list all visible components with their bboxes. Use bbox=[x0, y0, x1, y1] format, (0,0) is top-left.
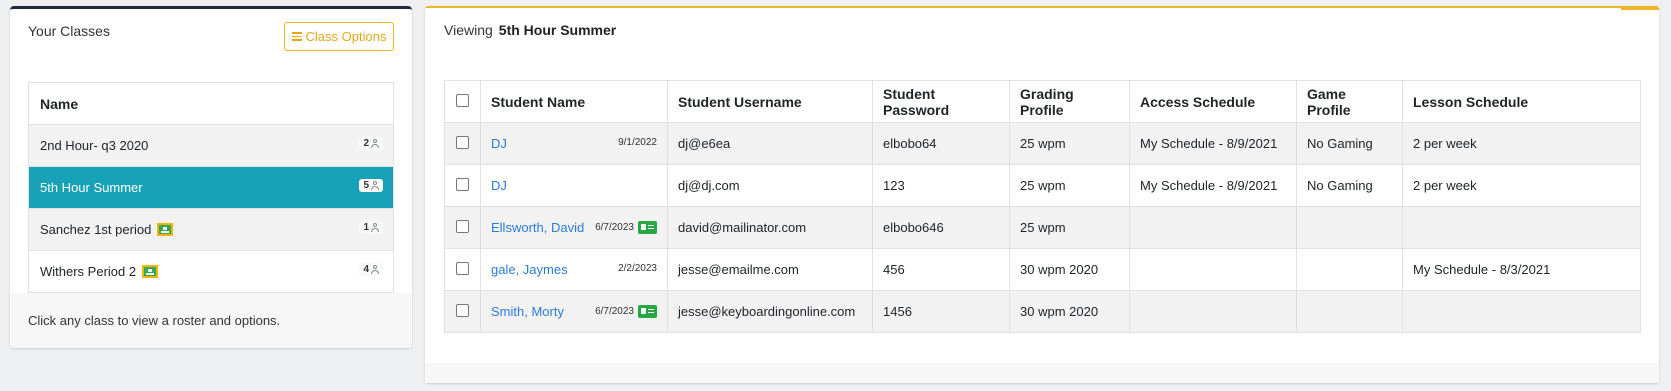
google-classroom-icon bbox=[142, 265, 159, 278]
class-list-header: Name bbox=[29, 83, 393, 125]
lesson-cell: 2 per week bbox=[1402, 122, 1641, 165]
person-icon bbox=[371, 223, 379, 232]
class-item[interactable]: Sanchez 1st period 1 bbox=[29, 209, 393, 251]
table-row: Smith, Morty 6/7/2023 jesse@keyboardingon… bbox=[444, 290, 1641, 333]
class-item[interactable]: Withers Period 2 4 bbox=[29, 251, 393, 292]
col-game-profile[interactable]: Game Profile bbox=[1296, 80, 1403, 123]
viewing-heading: Viewing 5th Hour Summer bbox=[444, 22, 616, 38]
col-student-password[interactable]: Student Password bbox=[872, 80, 1010, 123]
corner-accent bbox=[1621, 8, 1659, 10]
username-cell: jesse@emailme.com bbox=[667, 248, 873, 291]
username-cell: jesse@keyboardingonline.com bbox=[667, 290, 873, 333]
username-cell: dj@e6ea bbox=[667, 122, 873, 165]
access-cell: My Schedule - 8/9/2021 bbox=[1129, 122, 1297, 165]
viewing-label: Viewing bbox=[444, 22, 493, 38]
student-name-link[interactable]: gale, Jaymes bbox=[491, 262, 568, 277]
grading-cell: 25 wpm bbox=[1009, 122, 1130, 165]
class-item[interactable]: 2nd Hour- q3 2020 2 bbox=[29, 125, 393, 167]
grading-cell: 25 wpm bbox=[1009, 206, 1130, 249]
student-count-badge: 1 bbox=[359, 221, 383, 234]
student-count-badge: 5 bbox=[359, 179, 383, 192]
roster-card: Viewing 5th Hour Summer Student Name Stud… bbox=[425, 6, 1659, 383]
table-row: DJ 9/1/2022 dj@e6ea elbobo64 25 wpm My Sc… bbox=[444, 122, 1641, 165]
lesson-cell: My Schedule - 8/3/2021 bbox=[1402, 248, 1641, 291]
lesson-cell bbox=[1402, 290, 1641, 333]
class-options-label: Class Options bbox=[305, 29, 387, 44]
viewing-class-name: 5th Hour Summer bbox=[498, 22, 617, 38]
password-cell: elbobo646 bbox=[872, 206, 1010, 249]
roster-table: Student Name Student Username Student Pa… bbox=[444, 80, 1641, 333]
grading-cell: 30 wpm 2020 bbox=[1009, 248, 1130, 291]
password-cell: elbobo64 bbox=[872, 122, 1010, 165]
col-student-username[interactable]: Student Username bbox=[667, 80, 873, 123]
date-label: 6/7/2023 bbox=[595, 305, 657, 318]
date-label: 9/1/2022 bbox=[618, 137, 657, 148]
access-cell bbox=[1129, 248, 1297, 291]
row-checkbox[interactable] bbox=[456, 261, 469, 275]
classes-title: Your Classes bbox=[28, 23, 110, 39]
id-card-icon bbox=[638, 305, 657, 318]
class-item-active[interactable]: 5th Hour Summer 5 bbox=[29, 167, 393, 209]
password-cell: 456 bbox=[872, 248, 1010, 291]
select-all-checkbox[interactable] bbox=[456, 93, 469, 107]
class-list: Name 2nd Hour- q3 2020 2 5th Hour Summer… bbox=[28, 82, 394, 293]
access-cell: My Schedule - 8/9/2021 bbox=[1129, 164, 1297, 207]
roster-header-row: Student Name Student Username Student Pa… bbox=[444, 80, 1641, 123]
password-cell: 1456 bbox=[872, 290, 1010, 333]
menu-icon bbox=[291, 32, 302, 41]
row-checkbox[interactable] bbox=[456, 219, 469, 233]
id-card-icon bbox=[638, 221, 657, 234]
username-cell: dj@dj.com bbox=[667, 164, 873, 207]
col-access-schedule[interactable]: Access Schedule bbox=[1129, 80, 1297, 123]
grading-cell: 30 wpm 2020 bbox=[1009, 290, 1130, 333]
lesson-cell: 2 per week bbox=[1402, 164, 1641, 207]
game-cell: No Gaming bbox=[1296, 122, 1403, 165]
student-count-badge: 2 bbox=[359, 137, 383, 150]
person-icon bbox=[371, 265, 379, 274]
classes-card: Your Classes Class Options Name 2nd Hour… bbox=[10, 6, 412, 348]
student-count-badge: 4 bbox=[359, 263, 383, 276]
access-cell bbox=[1129, 290, 1297, 333]
grading-cell: 25 wpm bbox=[1009, 164, 1130, 207]
date-label: 2/2/2023 bbox=[618, 263, 657, 274]
date-label: 6/7/2023 bbox=[595, 221, 657, 234]
table-row: gale, Jaymes 2/2/2023 jesse@emailme.com 4… bbox=[444, 248, 1641, 291]
class-name: 5th Hour Summer bbox=[40, 180, 143, 195]
class-name: 2nd Hour- q3 2020 bbox=[40, 138, 149, 153]
col-student-name[interactable]: Student Name bbox=[480, 80, 668, 123]
row-checkbox[interactable] bbox=[456, 177, 469, 191]
col-lesson-schedule[interactable]: Lesson Schedule bbox=[1402, 80, 1641, 123]
row-checkbox[interactable] bbox=[456, 135, 469, 149]
password-cell: 123 bbox=[872, 164, 1010, 207]
roster-card-footer bbox=[425, 363, 1659, 383]
classes-footer-hint: Click any class to view a roster and opt… bbox=[10, 293, 412, 348]
class-name: Sanchez 1st period bbox=[40, 222, 152, 237]
table-row: Ellsworth, David 6/7/2023 david@mailinato… bbox=[444, 206, 1641, 249]
person-icon bbox=[371, 139, 379, 148]
row-checkbox[interactable] bbox=[456, 303, 469, 317]
select-all-cell bbox=[444, 80, 481, 123]
student-name-link[interactable]: DJ bbox=[491, 178, 507, 193]
username-cell: david@mailinator.com bbox=[667, 206, 873, 249]
student-name-link[interactable]: Smith, Morty bbox=[491, 304, 564, 319]
game-cell bbox=[1296, 248, 1403, 291]
google-classroom-icon bbox=[157, 223, 174, 236]
person-icon bbox=[371, 181, 379, 190]
access-cell bbox=[1129, 206, 1297, 249]
col-grading-profile[interactable]: Grading Profile bbox=[1009, 80, 1130, 123]
class-name: Withers Period 2 bbox=[40, 264, 137, 279]
student-name-link[interactable]: Ellsworth, David bbox=[491, 220, 584, 235]
table-row: DJ dj@dj.com 123 25 wpm My Schedule - 8/… bbox=[444, 164, 1641, 207]
student-name-link[interactable]: DJ bbox=[491, 136, 507, 151]
game-cell: No Gaming bbox=[1296, 164, 1403, 207]
lesson-cell bbox=[1402, 206, 1641, 249]
game-cell bbox=[1296, 290, 1403, 333]
game-cell bbox=[1296, 206, 1403, 249]
class-options-button[interactable]: Class Options bbox=[284, 22, 394, 51]
